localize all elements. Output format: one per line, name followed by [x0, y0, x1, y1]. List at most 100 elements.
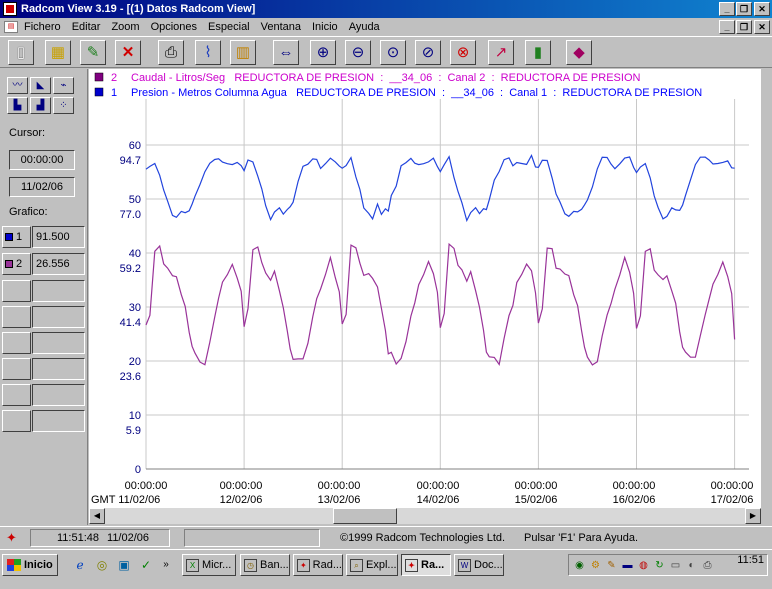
channel-2-id: 2 [16, 258, 23, 270]
menu-zoom[interactable]: Zoom [111, 21, 139, 33]
edit-icon[interactable]: ✎ [80, 40, 106, 65]
open-icon[interactable]: ▦ [45, 40, 71, 65]
channel-row-1[interactable]: 1 91.500 [2, 226, 86, 248]
x-time-label: 00:00:00 [613, 480, 656, 492]
stacked-mode-icon[interactable]: ▟ [30, 97, 51, 114]
title-bar[interactable]: Radcom View 3.19 - [(1) Datos Radcom Vie… [0, 0, 772, 18]
x-time-label: 00:00:00 [125, 480, 168, 492]
network-icon[interactable]: ◉ [573, 559, 586, 572]
doc-restore-button[interactable]: ❐ [736, 20, 752, 34]
task-explorer[interactable]: ⌕ Expl... [346, 554, 398, 576]
caudal-tick: 60 [129, 140, 141, 152]
print-icon[interactable]: ⎙ [158, 40, 184, 65]
clock-app-icon: ◷ [244, 558, 257, 572]
channel-row-empty[interactable] [2, 384, 86, 406]
tray-antivirus-icon[interactable]: ◍ [637, 559, 650, 572]
trend-mode-icon[interactable]: ⌁ [53, 77, 74, 94]
channel-row-empty[interactable] [2, 332, 86, 354]
x-date-label: 15/02/06 [515, 494, 558, 506]
close-button[interactable]: ✕ [754, 2, 770, 16]
presion-tick: 94.7 [120, 155, 141, 167]
zoom-out-icon[interactable]: ⊖ [345, 40, 371, 65]
chart-area[interactable]: 2 Caudal - Litros/Seg REDUCTORA DE PRESI… [89, 69, 761, 508]
doc-close-button[interactable]: ✕ [754, 20, 770, 34]
cursor-date: 11/02/06 [9, 177, 75, 197]
legend-entry-1: Presion - Metros Columna Agua REDUCTORA … [131, 87, 702, 99]
presion-tick: 77.0 [120, 209, 141, 221]
menu-editar[interactable]: Editar [72, 21, 101, 33]
caudal-tick: 30 [129, 302, 141, 314]
tray-folder-icon[interactable]: ✎ [605, 559, 618, 572]
task-rad[interactable]: ✦ Rad... [293, 554, 343, 576]
minimize-button[interactable]: _ [719, 2, 735, 16]
channel-row-empty[interactable] [2, 358, 86, 380]
status-bar: ✦ 11:51:48 11/02/06 ©1999 Radcom Technol… [0, 526, 772, 548]
bar-mode-icon[interactable]: ▙ [7, 97, 28, 114]
channel-row-empty[interactable] [2, 306, 86, 328]
task-ban[interactable]: ◷ Ban... [240, 554, 290, 576]
x-time-label: 00:00:00 [515, 480, 558, 492]
channel-1-swatch [5, 233, 13, 241]
zoom-in-icon[interactable]: ⊕ [310, 40, 336, 65]
desktop-icon[interactable]: ▣ [116, 557, 132, 573]
task-doc[interactable]: W Doc... [454, 554, 504, 576]
channel-row-2[interactable]: 2 26.556 [2, 253, 86, 275]
line-mode-icon[interactable]: 〰 [7, 77, 28, 94]
restore-button[interactable]: ❐ [736, 2, 752, 16]
zoom-prev-icon[interactable]: ⊘ [415, 40, 441, 65]
channel-row-empty[interactable] [2, 410, 86, 432]
zoom-cancel-icon[interactable]: ⊗ [450, 40, 476, 65]
menu-ayuda[interactable]: Ayuda [349, 21, 380, 33]
task-radcom-active[interactable]: ✦ Ra... [401, 554, 451, 576]
x-date-label: 14/02/06 [417, 494, 460, 506]
outlook-icon[interactable]: ◎ [94, 557, 110, 573]
windows-icon [7, 559, 21, 571]
app-icon[interactable] [3, 2, 17, 16]
trend-icon[interactable]: ↗ [488, 40, 514, 65]
tray-app-icon[interactable]: ⚙ [589, 559, 602, 572]
tray-monitor-icon[interactable]: ▬ [621, 559, 634, 572]
delete-icon[interactable]: ✕ [115, 40, 141, 65]
scroll-thumb[interactable] [333, 508, 397, 524]
menu-ventana[interactable]: Ventana [261, 21, 301, 33]
scatter-mode-icon[interactable]: ⁘ [53, 97, 74, 114]
presion-tick: 41.4 [120, 317, 141, 329]
presion-tick: 59.2 [120, 263, 141, 275]
menu-especial[interactable]: Especial [208, 21, 250, 33]
start-button[interactable]: Inicio [2, 554, 58, 576]
channel-row-empty[interactable] [2, 280, 86, 302]
channel-icon[interactable]: ✓ [138, 557, 154, 573]
ie-icon[interactable]: ℯ [72, 557, 88, 573]
tray-printer-icon[interactable]: ⎙ [701, 559, 714, 572]
new-icon[interactable]: ▯ [8, 40, 34, 65]
x-date-label: 13/02/06 [318, 494, 361, 506]
fit-icon[interactable]: ⇔ [273, 40, 299, 65]
chart-icon[interactable]: ⌇ [195, 40, 221, 65]
scroll-right-icon[interactable]: ▶ [745, 508, 761, 524]
doc-minimize-button[interactable]: _ [719, 20, 735, 34]
task-excel[interactable]: X Micr... [182, 554, 236, 576]
cursor-label: Cursor: [9, 127, 46, 139]
document-icon[interactable]: ▤ [4, 21, 18, 33]
x-time-label: 00:00:00 [711, 480, 754, 492]
tray-display-icon[interactable]: ▭ [669, 559, 682, 572]
area-mode-icon[interactable]: ◣ [30, 77, 51, 94]
menu-fichero[interactable]: Fichero [24, 21, 61, 33]
menu-inicio[interactable]: Inicio [312, 21, 338, 33]
export-icon[interactable]: ▥ [230, 40, 256, 65]
presion-tick: 23.6 [120, 371, 141, 383]
grid [145, 99, 749, 470]
bar-chart-icon[interactable]: ▮ [525, 40, 551, 65]
horizontal-scrollbar[interactable]: ◀ ▶ [89, 508, 761, 524]
tray-update-icon[interactable]: ↻ [653, 559, 666, 572]
channel-2-value: 26.556 [32, 253, 85, 275]
book-icon[interactable]: ◆ [566, 40, 592, 65]
zoom-box-icon[interactable]: ⊙ [380, 40, 406, 65]
legend-num-1: 1 [111, 87, 117, 99]
menu-opciones[interactable]: Opciones [151, 21, 197, 33]
more-icon[interactable]: » [158, 557, 174, 573]
scroll-left-icon[interactable]: ◀ [89, 508, 105, 524]
status-help: Pulsar 'F1' Para Ayuda. [524, 532, 639, 544]
tray-speaker-icon[interactable]: ◐ [685, 559, 698, 572]
chart-svg[interactable]: 2 Caudal - Litros/Seg REDUCTORA DE PRESI… [89, 69, 761, 508]
